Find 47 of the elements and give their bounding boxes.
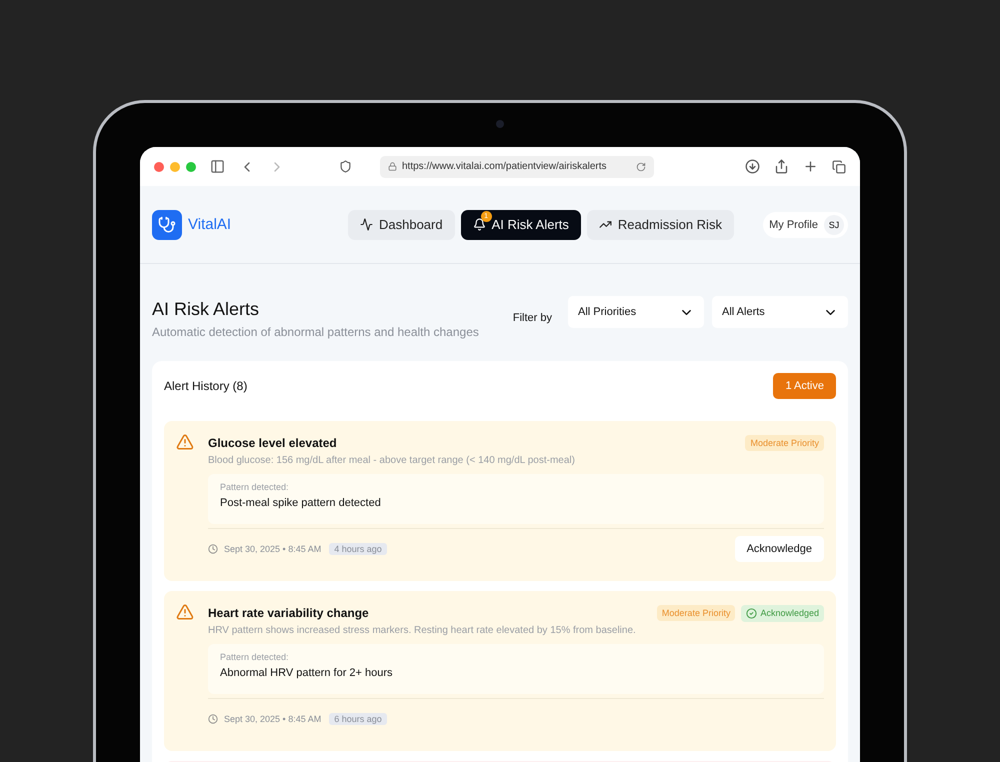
alert-date: Sept 30, 2025 • 8:45 AM: [224, 544, 322, 554]
clock-icon: [208, 714, 218, 724]
pattern-text: Post-meal spike pattern detected: [220, 497, 382, 509]
alert-description: HRV pattern shows increased stress markers. Resting heart rate elevated by 15% from baseline.: [208, 625, 637, 636]
brand-name: VitalAI: [188, 216, 232, 233]
time-ago-tag: 4 hours ago: [329, 543, 387, 555]
address-bar[interactable]: https://www.vitalai.com/patientview/airiskalerts: [380, 156, 654, 178]
pattern-label: Pattern detected:: [220, 652, 290, 662]
nav-tab[interactable]: Dashboard: [348, 210, 455, 240]
filter-dropdown[interactable]: All Priorities: [568, 296, 704, 328]
bell-icon: [472, 218, 486, 231]
stethoscope-logo-icon: [152, 210, 182, 240]
page-subtitle: Automatic detection of abnormal patterns and health changes: [152, 325, 480, 339]
alert-title: Glucose level elevated: [208, 436, 338, 450]
filter-label: Filter by: [512, 312, 552, 324]
page-title: AI Risk Alerts: [152, 299, 260, 320]
sidebar-icon[interactable]: [210, 159, 225, 174]
pulse-icon: [360, 218, 373, 231]
profile-button[interactable]: My Profile SJ: [763, 212, 848, 238]
warning-icon: [176, 433, 194, 451]
reload-icon[interactable]: [636, 162, 646, 172]
camera-dot: [496, 120, 504, 128]
warning-icon: [176, 603, 194, 621]
pattern-label: Pattern detected:: [220, 482, 290, 492]
plus-icon[interactable]: [803, 159, 818, 174]
acknowledged-badge: Acknowledged: [741, 604, 824, 622]
pattern-text: Abnormal HRV pattern for 2+ hours: [220, 667, 394, 679]
filter-dropdown[interactable]: All Alerts: [712, 296, 848, 328]
avatar-initials: SJ: [824, 214, 844, 234]
tabs-icon[interactable]: [832, 160, 846, 174]
priority-badge: Moderate Priority: [656, 605, 736, 621]
panel-title: Alert History (8): [164, 379, 248, 393]
close-dot[interactable]: [154, 162, 164, 172]
lock-icon: [388, 162, 397, 171]
shield-icon[interactable]: [339, 160, 352, 173]
share-icon[interactable]: [774, 159, 789, 174]
alert-description: Blood glucose: 156 mg/dL after meal - above target range (< 140 mg/dL post-meal): [208, 455, 576, 466]
priority-badge: Moderate Priority: [745, 435, 824, 451]
time-ago-tag: 6 hours ago: [329, 713, 387, 725]
clock-icon: [208, 544, 218, 554]
download-icon[interactable]: [745, 159, 760, 174]
alert-title: Heart rate variability change: [208, 606, 370, 620]
alert-date: Sept 30, 2025 • 8:45 AM: [224, 714, 322, 724]
minimize-dot[interactable]: [170, 162, 180, 172]
nav-tab[interactable]: Readmission Risk: [586, 210, 734, 240]
acknowledge-button[interactable]: Acknowledge: [734, 536, 824, 562]
zoom-dot[interactable]: [186, 162, 196, 172]
